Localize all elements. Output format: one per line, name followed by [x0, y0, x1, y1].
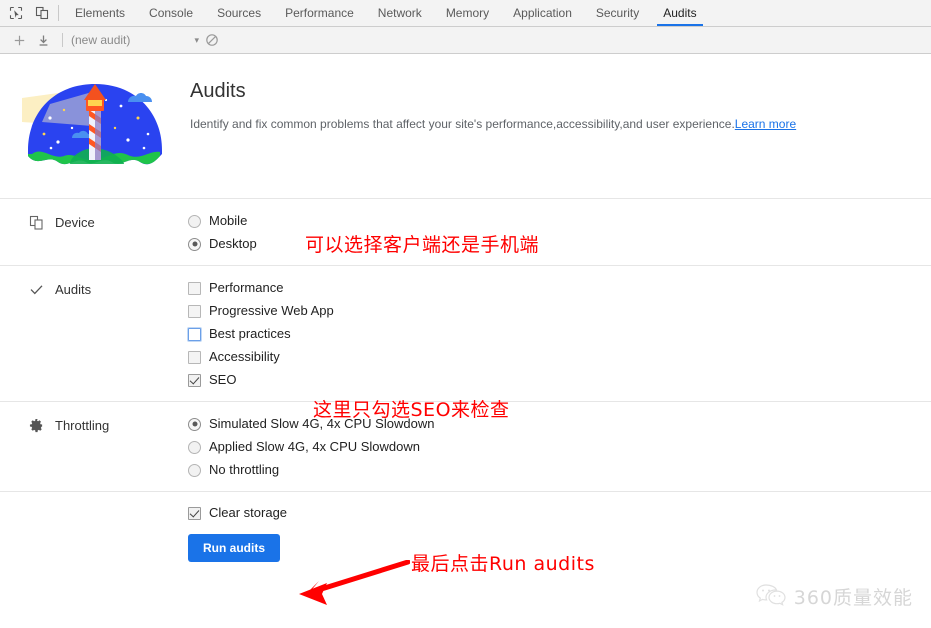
chevron-down-icon: ▾	[194, 34, 199, 45]
audit-option-accessibility[interactable]: Accessibility	[188, 350, 334, 364]
radio-no-throttling[interactable]	[188, 463, 201, 477]
tab-elements[interactable]: Elements	[63, 0, 137, 26]
tab-label: Performance	[285, 6, 354, 20]
learn-more-link[interactable]: Learn more	[735, 117, 796, 131]
devtools-tabs: Elements Console Sources Performance Net…	[63, 0, 709, 26]
page-title: Audits	[190, 80, 246, 102]
clear-storage-option[interactable]: Clear storage	[188, 506, 287, 520]
tab-label: Security	[595, 6, 640, 20]
annotation-run-note: 最后点击Run audits	[411, 553, 595, 575]
option-label: Applied Slow 4G, 4x CPU Slowdown	[209, 439, 420, 454]
toolbar-divider	[58, 5, 59, 21]
radio-simulated-slow-4g[interactable]	[188, 417, 201, 431]
audits-section-title: Audits	[55, 281, 92, 297]
device-section-header: Device	[28, 213, 188, 230]
audits-toolbar: (new audit) ▾	[0, 27, 931, 54]
audit-option-best-practices[interactable]: Best practices	[188, 327, 334, 341]
devtools-tool-icons	[0, 0, 56, 26]
tab-network[interactable]: Network	[366, 0, 434, 26]
watermark: 360质量效能	[756, 583, 913, 610]
device-section-title: Device	[55, 214, 95, 230]
throttling-option-none[interactable]: No throttling	[188, 463, 434, 477]
audits-start-view: Audits Identify and fix common problems …	[0, 54, 931, 562]
device-icon	[28, 214, 44, 230]
tab-security[interactable]: Security	[584, 0, 651, 26]
annotation-seo-note: 这里只勾选SEO来检查	[313, 399, 510, 421]
option-label: SEO	[209, 372, 237, 387]
checkbox-performance[interactable]	[188, 281, 201, 295]
devtools-tab-bar: Elements Console Sources Performance Net…	[0, 0, 931, 27]
toolbar-divider	[62, 33, 63, 47]
audit-option-progressive-web-app[interactable]: Progressive Web App	[188, 304, 334, 318]
option-label: Progressive Web App	[209, 303, 334, 318]
device-option-mobile[interactable]: Mobile	[188, 214, 257, 228]
throttling-options: Simulated Slow 4G, 4x CPU Slowdown Appli…	[188, 416, 434, 477]
watermark-text: 360质量效能	[793, 587, 913, 609]
checkbox-clear-storage[interactable]	[188, 506, 201, 520]
option-label: Clear storage	[209, 505, 288, 520]
device-option-desktop[interactable]: Desktop	[188, 237, 257, 251]
option-label: Desktop	[209, 236, 257, 251]
radio-desktop[interactable]	[188, 237, 201, 251]
tab-label: Memory	[445, 6, 490, 20]
import-icon[interactable]	[32, 30, 54, 50]
tab-label: Network	[377, 6, 422, 20]
throttling-section-title: Throttling	[55, 417, 110, 433]
tab-performance[interactable]: Performance	[273, 0, 366, 26]
option-label: Accessibility	[209, 349, 280, 364]
audits-section: Audits Performance Progressive Web App B…	[0, 266, 931, 402]
annotation-device-note: 可以选择客户端还是手机端	[305, 234, 540, 256]
clear-all-icon[interactable]	[201, 30, 223, 50]
throttling-option-applied[interactable]: Applied Slow 4G, 4x CPU Slowdown	[188, 440, 434, 454]
tab-sources[interactable]: Sources	[205, 0, 273, 26]
device-toolbar-icon[interactable]	[34, 5, 50, 21]
checkmark-icon	[28, 281, 44, 297]
wechat-icon	[756, 583, 786, 610]
page-description: Identify and fix common problems that af…	[190, 115, 796, 133]
tab-label: Elements	[75, 6, 126, 20]
option-label: Best practices	[209, 326, 291, 341]
add-audit-button[interactable]	[8, 30, 30, 50]
tab-console[interactable]: Console	[137, 0, 205, 26]
tab-label: Console	[149, 6, 194, 20]
checkbox-seo[interactable]	[188, 373, 201, 387]
gear-icon	[28, 417, 44, 433]
throttling-section-header: Throttling	[28, 416, 188, 433]
description-text: Identify and fix common problems that af…	[190, 117, 735, 131]
radio-applied-slow-4g[interactable]	[188, 440, 201, 454]
audit-select-dropdown[interactable]: (new audit) ▾	[71, 33, 199, 47]
option-label: Performance	[209, 280, 284, 295]
audit-option-performance[interactable]: Performance	[188, 281, 334, 295]
red-arrow-icon	[299, 560, 410, 605]
checkbox-accessibility[interactable]	[188, 350, 201, 364]
radio-mobile[interactable]	[188, 214, 201, 228]
checkbox-best-practices[interactable]	[188, 327, 201, 341]
tab-audits[interactable]: Audits	[651, 0, 708, 26]
audits-hero: Audits Identify and fix common problems …	[0, 54, 931, 199]
option-label: No throttling	[209, 462, 280, 477]
device-options: Mobile Desktop	[188, 213, 257, 251]
audits-hero-text: Audits Identify and fix common problems …	[190, 72, 796, 133]
tab-label: Application	[513, 6, 572, 20]
run-audits-button[interactable]: Run audits	[188, 534, 280, 562]
checkbox-progressive-web-app[interactable]	[188, 304, 201, 318]
tab-label: Audits	[663, 6, 697, 20]
audits-options: Performance Progressive Web App Best pra…	[188, 280, 334, 387]
tab-memory[interactable]: Memory	[434, 0, 501, 26]
audit-option-seo[interactable]: SEO	[188, 373, 334, 387]
audit-select-value: (new audit)	[71, 33, 131, 47]
audits-section-header: Audits	[28, 280, 188, 297]
option-label: Mobile	[209, 213, 248, 228]
tab-label: Sources	[217, 6, 262, 20]
run-section-body: Clear storage Run audits	[188, 506, 287, 562]
tab-application[interactable]: Application	[501, 0, 584, 26]
lighthouse-logo	[20, 76, 170, 179]
inspect-element-icon[interactable]	[8, 5, 24, 21]
